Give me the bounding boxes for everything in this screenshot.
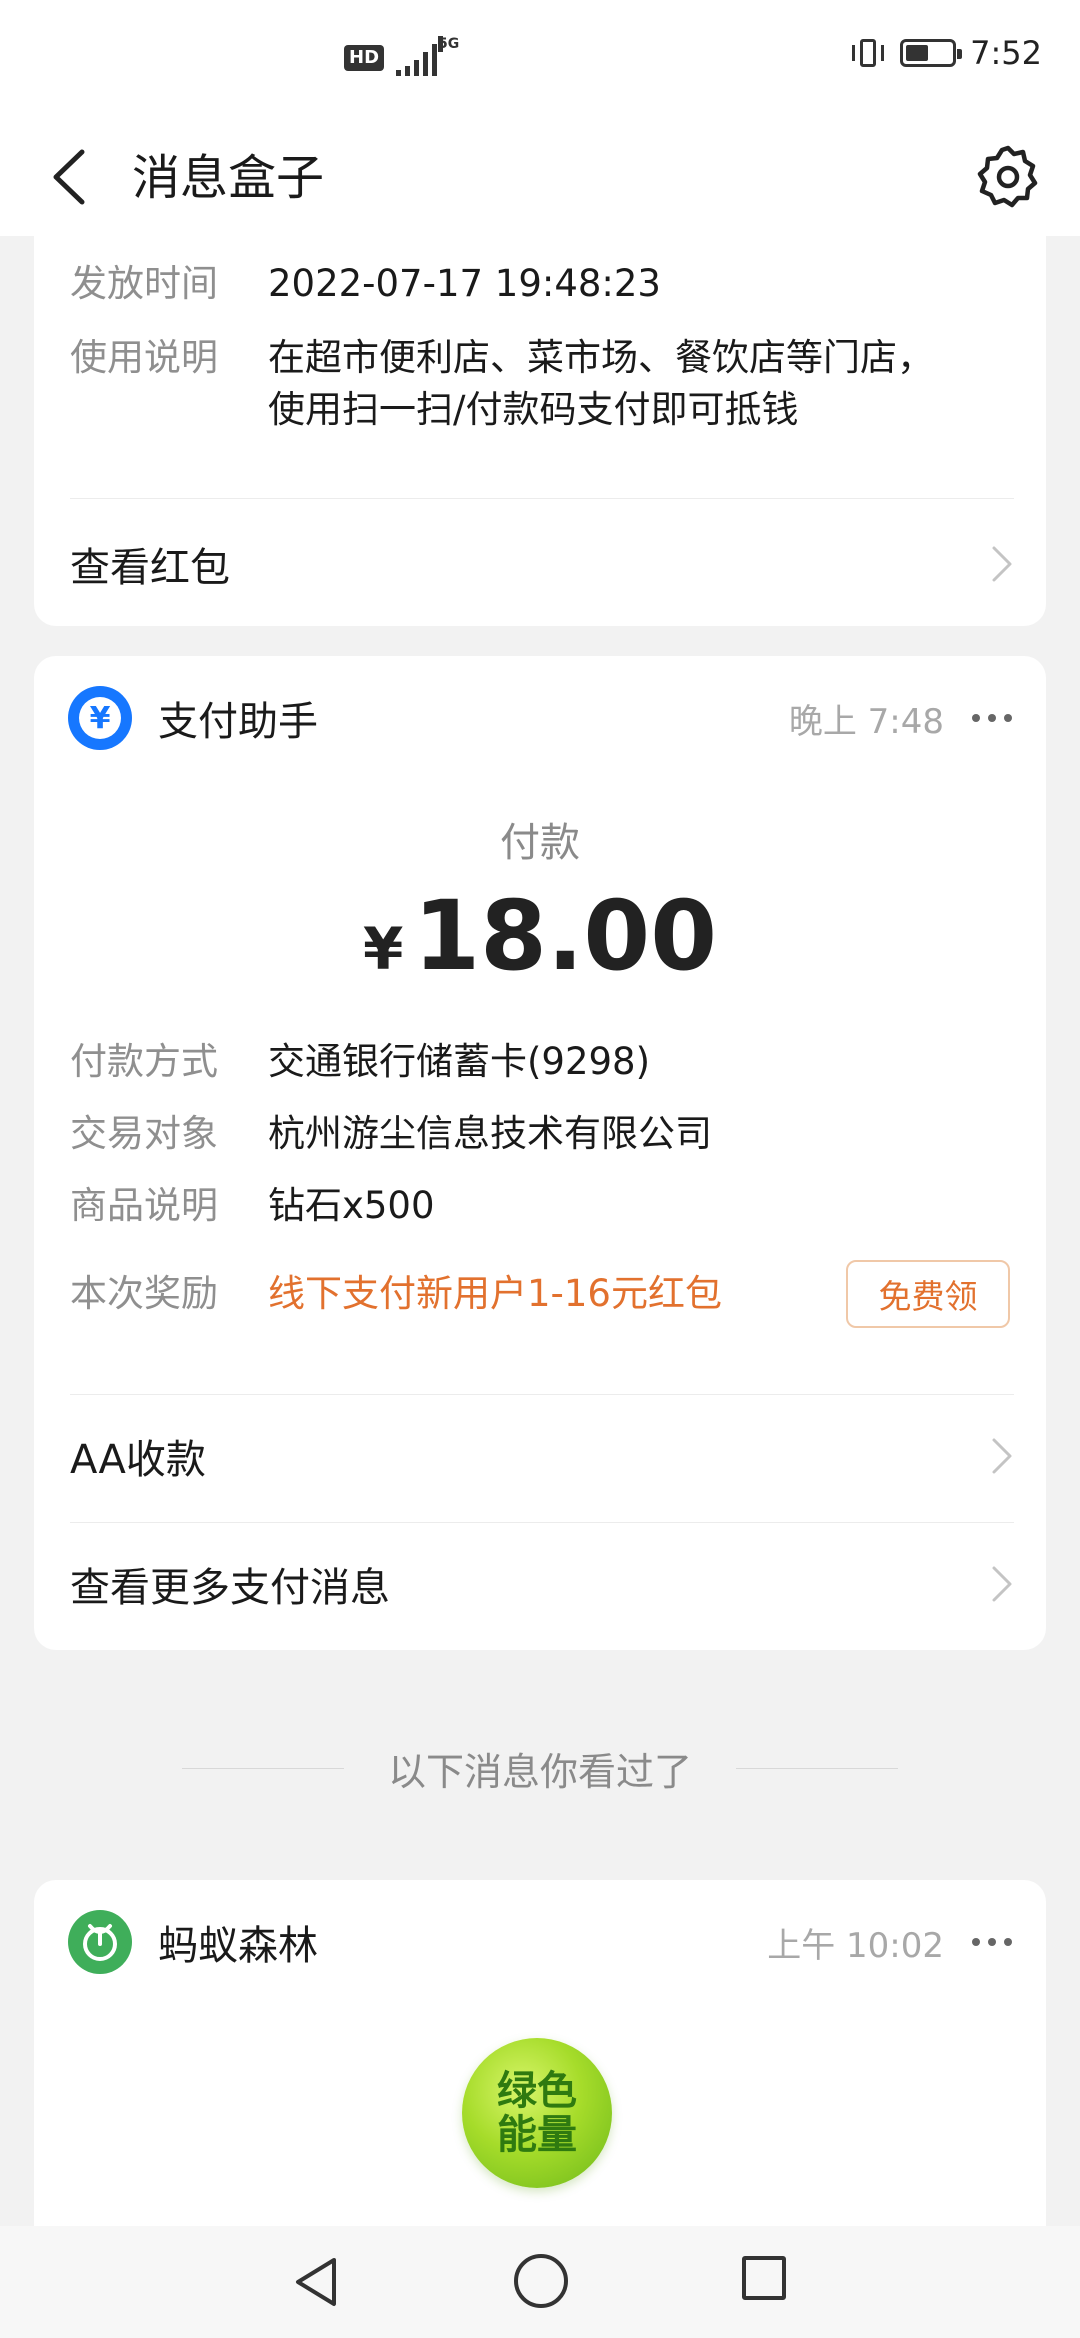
energy-line-2: 能量 <box>497 2112 577 2158</box>
usage-row: 使用说明 在超市便利店、菜市场、餐饮店等门店， 使用扫一扫/付款码支付即可抵钱 <box>70 332 934 436</box>
chevron-right-icon <box>992 1566 1012 1602</box>
payment-method-value: 交通银行储蓄卡(9298) <box>268 1040 651 1083</box>
nav-back-icon[interactable] <box>290 2254 340 2310</box>
app-name: 支付助手 <box>158 699 318 745</box>
usage-label: 使用说明 <box>70 336 218 379</box>
nav-recents-icon[interactable] <box>742 2256 786 2300</box>
view-redpacket-label: 查看红包 <box>70 545 230 591</box>
page-title: 消息盒子 <box>132 150 325 206</box>
battery-icon <box>900 39 963 67</box>
more-payment-messages-link[interactable]: 查看更多支付消息 <box>70 1534 1014 1634</box>
gear-icon[interactable] <box>972 140 1044 212</box>
currency-symbol: ¥ <box>362 915 404 983</box>
back-arrow-icon[interactable] <box>44 142 104 212</box>
system-nav-bar <box>0 2226 1080 2338</box>
payment-card: ¥ 支付助手 晚上 7:48 付款 ¥18.00 付款方式 交通银行储蓄卡(92… <box>34 656 1046 1650</box>
status-bar: HD 5G 7:52 <box>0 0 1080 120</box>
reward-label: 本次奖励 <box>70 1272 218 1315</box>
network-indicators: HD 5G <box>344 36 459 76</box>
aa-collect-label: AA收款 <box>70 1437 206 1483</box>
energy-line-1: 绿色 <box>497 2068 577 2114</box>
goods-value: 钻石x500 <box>268 1184 435 1227</box>
message-time: 晚上 7:48 <box>788 701 944 742</box>
vibrate-icon <box>850 35 886 71</box>
amount-value: 18.00 <box>413 880 717 992</box>
payment-card-header: ¥ 支付助手 晚上 7:48 <box>68 686 1012 750</box>
counterparty-value: 杭州游尘信息技术有限公司 <box>268 1112 712 1155</box>
payment-type-label: 付款 <box>500 820 580 866</box>
usage-line-2: 使用扫一扫/付款码支付即可抵钱 <box>268 388 799 431</box>
usage-line-1: 在超市便利店、菜市场、餐饮店等门店， <box>268 336 934 379</box>
issue-time-label: 发放时间 <box>70 262 218 305</box>
seen-messages-text: 以下消息你看过了 <box>387 1749 692 1794</box>
view-redpacket-link[interactable]: 查看红包 <box>70 514 1014 614</box>
separator-line <box>736 1767 898 1769</box>
more-payment-messages-label: 查看更多支付消息 <box>70 1565 390 1611</box>
payment-method-label: 付款方式 <box>70 1040 218 1083</box>
issue-time-row: 发放时间 2022-07-17 19:48:23 <box>70 258 661 310</box>
top-header: 消息盒子 <box>0 120 1080 236</box>
payment-assistant-icon: ¥ <box>68 686 132 750</box>
nav-home-icon[interactable] <box>514 2254 568 2308</box>
message-time: 上午 10:02 <box>767 1925 944 1966</box>
signal-icon: 5G <box>396 36 459 76</box>
hd-badge: HD <box>344 45 385 71</box>
ant-forest-icon <box>68 1910 132 1974</box>
more-options-icon[interactable] <box>972 1936 1012 1948</box>
reward-value[interactable]: 线下支付新用户1-16元红包 <box>268 1268 722 1320</box>
counterparty-label: 交易对象 <box>70 1112 218 1155</box>
chevron-right-icon <box>992 546 1012 582</box>
network-type: 5G <box>438 36 460 52</box>
app-name: 蚂蚁森林 <box>158 1923 318 1969</box>
payment-method-row: 付款方式 交通银行储蓄卡(9298) <box>70 1036 650 1088</box>
seen-messages-separator: 以下消息你看过了 <box>0 1740 1080 1796</box>
separator-line <box>181 1767 344 1769</box>
claim-reward-button[interactable]: 免费领 <box>846 1260 1010 1328</box>
counterparty-row: 交易对象 杭州游尘信息技术有限公司 <box>70 1108 712 1160</box>
redpacket-card: 发放时间 2022-07-17 19:48:23 使用说明 在超市便利店、菜市场… <box>34 236 1046 626</box>
divider <box>70 1522 1014 1523</box>
chevron-right-icon <box>992 1438 1012 1474</box>
issue-time-value: 2022-07-17 19:48:23 <box>268 262 661 305</box>
reward-row: 本次奖励 线下支付新用户1-16元红包 <box>70 1268 722 1320</box>
clock: 7:52 <box>970 34 1042 72</box>
status-right: 7:52 <box>850 34 1042 72</box>
divider <box>70 1394 1014 1395</box>
goods-row: 商品说明 钻石x500 <box>70 1180 435 1232</box>
green-energy-ball[interactable]: 绿色 能量 <box>462 2038 612 2188</box>
forest-card-header: 蚂蚁森林 上午 10:02 <box>68 1910 1012 1974</box>
more-options-icon[interactable] <box>972 712 1012 724</box>
goods-label: 商品说明 <box>70 1184 218 1227</box>
payment-amount: ¥18.00 <box>34 880 1046 992</box>
divider <box>70 498 1014 499</box>
aa-collect-link[interactable]: AA收款 <box>70 1406 1014 1506</box>
